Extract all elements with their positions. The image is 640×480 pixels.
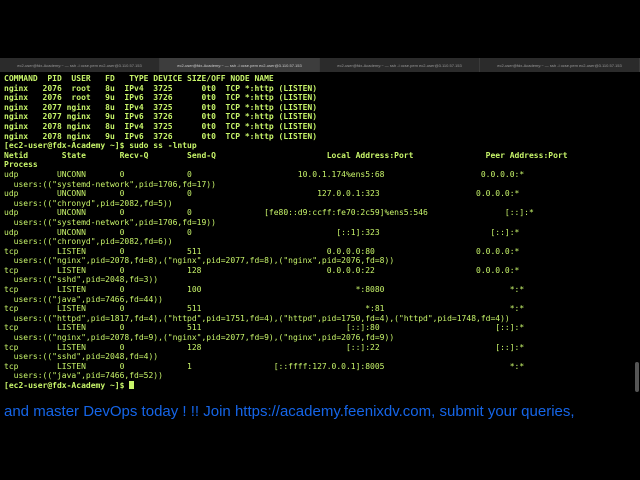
terminal-line: COMMAND PID USER FD TYPE DEVICE SIZE/OFF…	[4, 74, 274, 83]
terminal-line: users:(("java",pid=7466,fd=52))	[4, 371, 163, 381]
terminal-tab-bar: ec2-user@fdx-Academy:~ — ssh -i ocse.pem…	[0, 58, 640, 73]
terminal-line: users:(("sshd",pid=2048,fd=3))	[4, 275, 159, 285]
terminal-prompt-line[interactable]: [ec2-user@fdx-Academy ~]$	[4, 381, 628, 391]
terminal-line: udp UNCONN 0 0 [::1]:323 [::]:*	[4, 227, 520, 237]
terminal-line: tcp LISTEN 0 128 [::]:22 [::]:*	[4, 342, 525, 352]
terminal-line: users:(("nginx",pid=2078,fd=8),("nginx",…	[4, 256, 395, 266]
terminal-output: COMMAND PID USER FD TYPE DEVICE SIZE/OFF…	[4, 74, 628, 391]
terminal-line: [ec2-user@fdx-Academy ~]$ sudo ss -lntup	[4, 141, 197, 151]
terminal-line: tcp LISTEN 0 511 [::]:80 [::]:*	[4, 323, 525, 333]
terminal-line: nginx 2077 nginx 9u IPv6 3726 0t0 TCP *:…	[4, 112, 318, 122]
terminal-line: Netid State Recv-Q Send-Q Local Address:…	[4, 150, 568, 160]
terminal-line: nginx 2078 nginx 9u IPv6 3726 0t0 TCP *:…	[4, 131, 318, 141]
terminal-tab[interactable]: ec2-user@fdx-Academy:~ — ssh -i ocse.pem…	[320, 58, 480, 72]
promo-ticker-text: and master DevOps today ! !! Join https:…	[4, 403, 575, 420]
terminal-line: tcp LISTEN 0 1 [::ffff:127.0.0.1]:8005 *…	[4, 361, 525, 371]
terminal-line: users:(("chronyd",pid=2082,fd=6))	[4, 237, 173, 247]
scrollbar-thumb[interactable]	[635, 362, 639, 392]
terminal-scrollbar[interactable]	[634, 74, 639, 392]
terminal-window[interactable]: COMMAND PID USER FD TYPE DEVICE SIZE/OFF…	[0, 72, 640, 396]
terminal-line: udp UNCONN 0 0 10.0.1.174%ens5:68 0.0.0.…	[4, 169, 525, 179]
terminal-line: users:(("sshd",pid=2048,fd=4))	[4, 352, 159, 362]
terminal-tab[interactable]: ec2-user@fdx-Academy:~ — ssh -i ocse.pem…	[0, 58, 160, 72]
terminal-line: tcp LISTEN 0 511 *:81 *:*	[4, 304, 525, 314]
terminal-line: tcp LISTEN 0 511 0.0.0.0:80 0.0.0.0:*	[4, 246, 520, 256]
terminal-line: users:(("java",pid=7466,fd=44))	[4, 294, 163, 304]
terminal-line: users:(("systemd-network",pid=1706,fd=19…	[4, 217, 216, 227]
terminal-line: tcp LISTEN 0 128 0.0.0.0:22 0.0.0.0:*	[4, 265, 520, 275]
terminal-line: users:(("nginx",pid=2078,fd=9),("nginx",…	[4, 333, 395, 343]
terminal-tab[interactable]: ec2-user@fdx-Academy:~ — ssh -i ocse.pem…	[480, 58, 640, 72]
terminal-line: users:(("httpd",pid=1817,fd=4),("httpd",…	[4, 313, 510, 323]
terminal-line: users:(("chronyd",pid=2082,fd=5))	[4, 198, 173, 208]
terminal-line: udp UNCONN 0 0 127.0.0.1:323 0.0.0.0:*	[4, 189, 520, 199]
terminal-line: nginx 2076 root 9u IPv6 3726 0t0 TCP *:h…	[4, 93, 318, 103]
terminal-line: nginx 2077 nginx 8u IPv4 3725 0t0 TCP *:…	[4, 102, 318, 112]
terminal-line: nginx 2076 root 8u IPv4 3725 0t0 TCP *:h…	[4, 83, 318, 93]
terminal-line: users:(("systemd-network",pid=1706,fd=17…	[4, 179, 216, 189]
shell-prompt: [ec2-user@fdx-Academy ~]$	[4, 381, 130, 390]
terminal-line: tcp LISTEN 0 100 *:8080 *:*	[4, 285, 525, 295]
terminal-line: udp UNCONN 0 0 [fe80::d9:ccff:fe70:2c59]…	[4, 208, 534, 218]
terminal-tab-active[interactable]: ec2-user@fdx-Academy:~ — ssh -i ocse.pem…	[160, 58, 320, 72]
text-cursor	[129, 381, 135, 389]
terminal-line: nginx 2078 nginx 8u IPv4 3725 0t0 TCP *:…	[4, 121, 318, 131]
terminal-line: Process	[4, 160, 38, 170]
